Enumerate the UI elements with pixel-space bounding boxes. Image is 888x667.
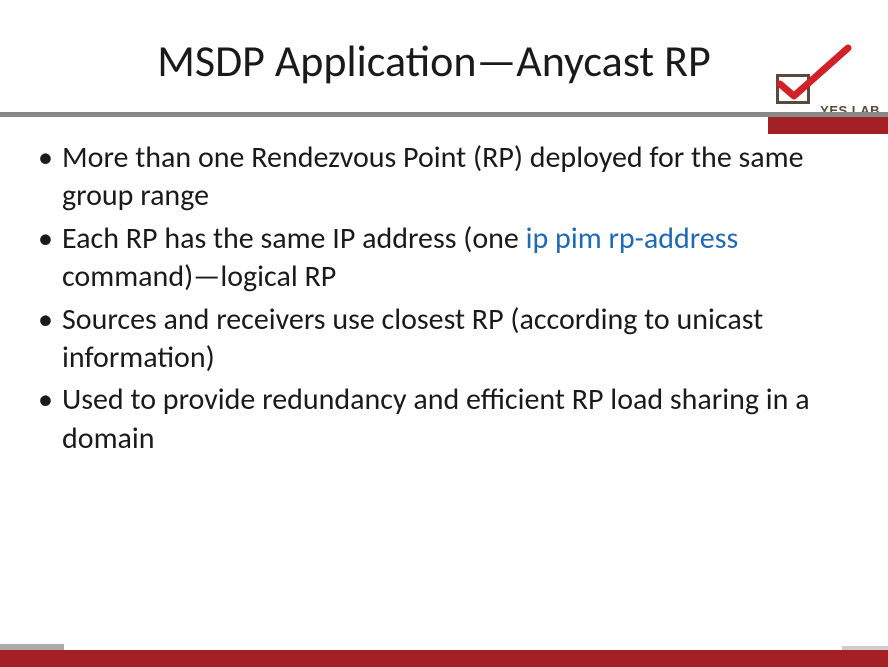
yes-lab-logo: YES LAB xyxy=(758,44,878,114)
slide: MSDP Application—Anycast RP YES LAB More… xyxy=(0,0,888,667)
slide-title: MSDP Application—Anycast RP xyxy=(0,34,888,88)
list-item: More than one Rendezvous Point (RP) depl… xyxy=(36,139,852,216)
checkmark-icon xyxy=(758,44,858,106)
divider xyxy=(0,112,888,117)
bullet-text: command)—logical RP xyxy=(62,258,336,295)
bullet-text: Each RP has the same IP address (one xyxy=(62,220,526,257)
accent-bar xyxy=(768,117,888,134)
bullet-text: Sources and receivers use closest RP (ac… xyxy=(62,301,763,376)
list-item: Used to provide redundancy and efficient… xyxy=(36,381,852,458)
list-item: Sources and receivers use closest RP (ac… xyxy=(36,301,852,378)
bullet-list: More than one Rendezvous Point (RP) depl… xyxy=(36,139,852,458)
slide-content: More than one Rendezvous Point (RP) depl… xyxy=(0,117,888,458)
bullet-text: More than one Rendezvous Point (RP) depl… xyxy=(62,139,804,214)
footer-bar xyxy=(0,650,888,667)
bullet-text: Used to provide redundancy and efficient… xyxy=(62,381,810,456)
list-item: Each RP has the same IP address (one ip … xyxy=(36,220,852,297)
code-text: ip pim rp-address xyxy=(526,220,739,257)
